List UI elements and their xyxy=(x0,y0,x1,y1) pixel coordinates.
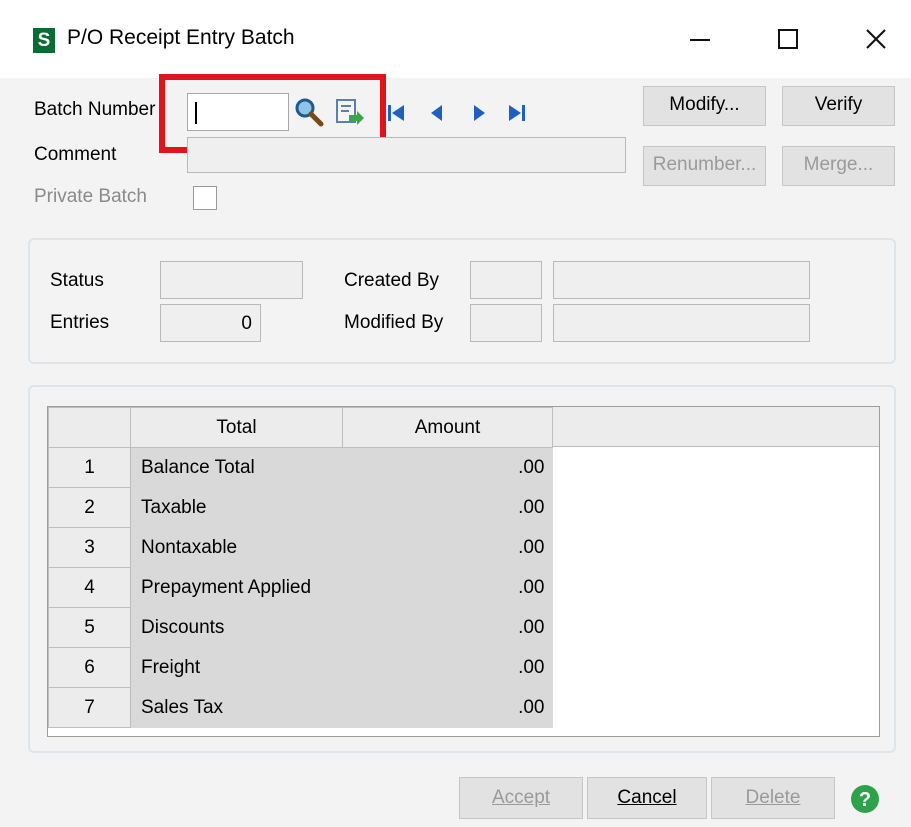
table-row[interactable]: 5 Discounts .00 xyxy=(48,607,553,648)
window-title: P/O Receipt Entry Batch xyxy=(67,26,295,49)
minimize-icon xyxy=(690,39,710,41)
entries-label: Entries xyxy=(50,312,110,333)
amount-cell: .00 xyxy=(342,447,553,488)
help-icon: ? xyxy=(851,785,879,813)
accept-button[interactable]: Accept xyxy=(459,777,583,819)
total-name-cell: Taxable xyxy=(130,487,343,528)
entries-field: 0 xyxy=(160,304,261,342)
created-by-code-field xyxy=(470,261,542,299)
row-number-cell: 3 xyxy=(48,527,131,568)
merge-button[interactable]: Merge... xyxy=(782,146,895,186)
modified-by-label: Modified By xyxy=(344,312,444,333)
amount-cell: .00 xyxy=(342,687,553,728)
table-row[interactable]: 6 Freight .00 xyxy=(48,647,553,688)
totals-grid: Total Amount 1 Balance Total .00 2 Taxable .0… xyxy=(47,406,880,737)
comment-input[interactable] xyxy=(187,137,626,173)
maximize-button[interactable] xyxy=(758,14,818,64)
row-number-cell: 5 xyxy=(48,607,131,648)
last-icon xyxy=(509,105,525,121)
amount-cell: .00 xyxy=(342,607,553,648)
table-row[interactable]: 4 Prepayment Applied .00 xyxy=(48,567,553,608)
close-button[interactable] xyxy=(846,14,906,64)
row-number-header xyxy=(48,407,131,448)
table-row[interactable]: 2 Taxable .00 xyxy=(48,487,553,528)
first-record-button[interactable] xyxy=(386,103,408,123)
next-record-button[interactable] xyxy=(470,103,488,123)
total-name-cell: Balance Total xyxy=(130,447,343,488)
previous-record-button[interactable] xyxy=(428,103,446,123)
total-column-header[interactable]: Total xyxy=(130,407,343,448)
created-by-label: Created By xyxy=(344,270,440,291)
total-name-cell: Prepayment Applied xyxy=(130,567,343,608)
modified-by-code-field xyxy=(470,304,542,342)
table-row[interactable]: 1 Balance Total .00 xyxy=(48,447,553,488)
modify-button[interactable]: Modify... xyxy=(643,86,766,126)
total-name-cell: Freight xyxy=(130,647,343,688)
totals-table-body: 1 Balance Total .00 2 Taxable .00 3 Nontaxable.… xyxy=(48,447,553,728)
private-batch-label: Private Batch xyxy=(34,186,147,207)
row-number-cell: 1 xyxy=(48,447,131,488)
totals-table: Total Amount 1 Balance Total .00 2 Taxable .0… xyxy=(48,407,553,728)
verify-button[interactable]: Verify xyxy=(782,86,895,126)
total-name-cell: Nontaxable xyxy=(130,527,343,568)
modified-by-name-field xyxy=(553,304,810,342)
renumber-button[interactable]: Renumber... xyxy=(643,146,766,186)
row-number-cell: 4 xyxy=(48,567,131,608)
close-icon xyxy=(866,29,886,49)
svg-text:?: ? xyxy=(859,789,871,811)
private-batch-checkbox[interactable] xyxy=(193,186,217,210)
last-record-button[interactable] xyxy=(505,103,527,123)
first-icon xyxy=(388,105,404,121)
maximize-icon xyxy=(778,29,798,49)
help-button[interactable]: ? xyxy=(849,783,881,815)
comment-label: Comment xyxy=(34,144,117,165)
amount-cell: .00 xyxy=(342,647,553,688)
table-row[interactable]: 3 Nontaxable .00 xyxy=(48,527,553,568)
row-number-cell: 7 xyxy=(48,687,131,728)
status-field xyxy=(160,261,303,299)
created-by-name-field xyxy=(553,261,810,299)
amount-cell: .00 xyxy=(342,527,553,568)
cancel-button[interactable]: Cancel xyxy=(587,777,707,819)
app-logo-icon: S xyxy=(33,28,55,53)
amount-column-header[interactable]: Amount xyxy=(342,407,553,448)
delete-button[interactable]: Delete xyxy=(711,777,835,819)
title-bar: S P/O Receipt Entry Batch xyxy=(0,0,911,78)
minimize-button[interactable] xyxy=(670,14,730,64)
amount-cell: .00 xyxy=(342,567,553,608)
previous-icon xyxy=(431,105,442,121)
row-number-cell: 6 xyxy=(48,647,131,688)
total-name-cell: Sales Tax xyxy=(130,687,343,728)
status-label: Status xyxy=(50,270,104,291)
row-number-cell: 2 xyxy=(48,487,131,528)
batch-info-group xyxy=(28,238,896,364)
table-header-row: Total Amount xyxy=(48,407,553,448)
amount-cell: .00 xyxy=(342,487,553,528)
table-row[interactable]: 7 Sales Tax .00 xyxy=(48,687,553,728)
total-name-cell: Discounts xyxy=(130,607,343,648)
next-icon xyxy=(474,105,485,121)
batch-number-label: Batch Number xyxy=(34,99,156,120)
